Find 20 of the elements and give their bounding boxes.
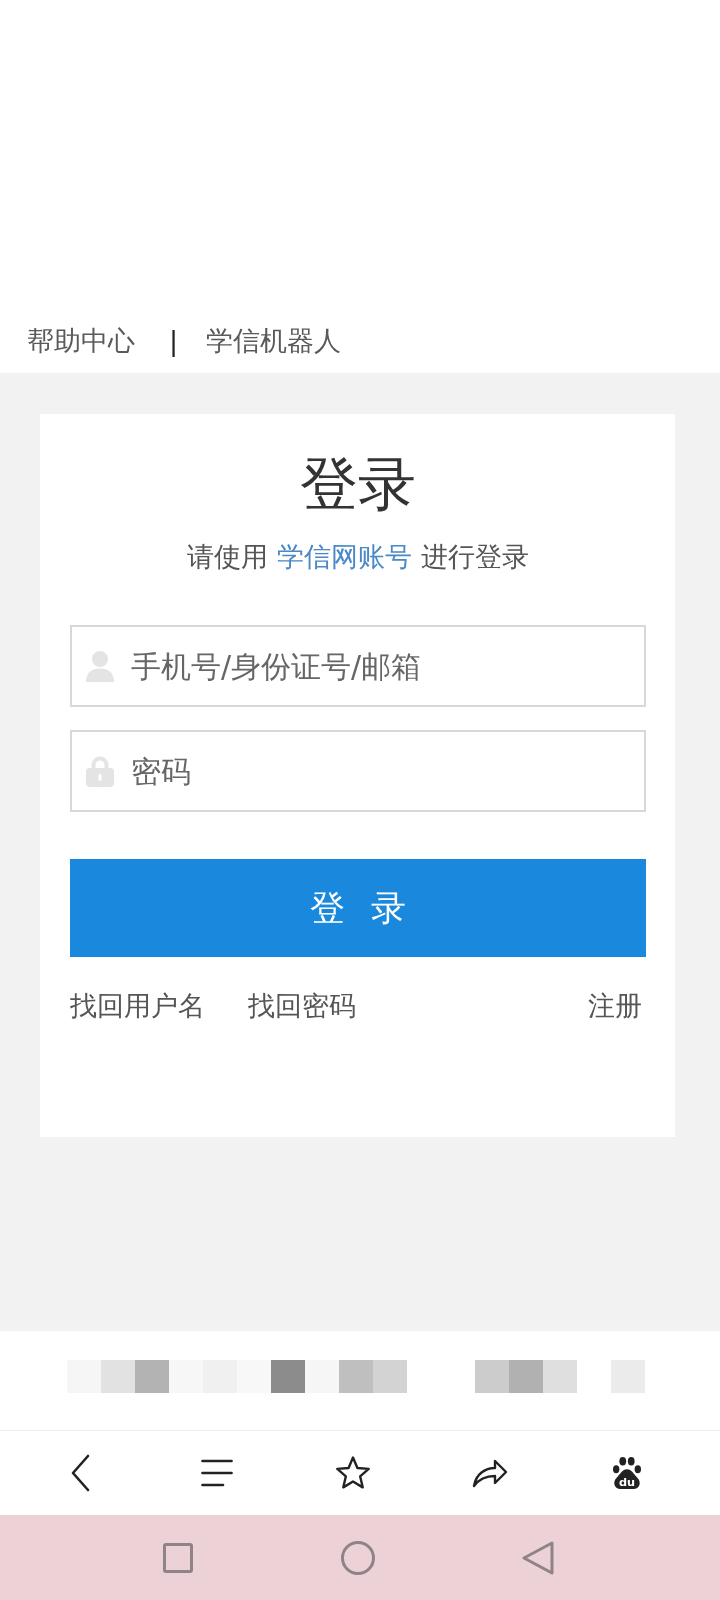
lock-icon [86,755,114,787]
recover-password-link[interactable]: 找回密码 [248,988,356,1024]
robot-link[interactable]: 学信机器人 [206,323,342,359]
back-icon[interactable] [70,1454,91,1492]
square-icon[interactable] [163,1542,193,1573]
account-field[interactable]: 手机号/身份证号/邮箱 [70,625,646,707]
link-separator: | [169,324,179,359]
help-center-link[interactable]: 帮助中心 [27,323,135,359]
recover-username-link[interactable]: 找回用户名 [70,988,205,1024]
login-button[interactable]: 登 录 [70,859,646,957]
account-link[interactable]: 学信网账号 [277,541,412,572]
password-field[interactable]: 密码 [70,730,646,812]
user-icon [86,650,114,682]
circle-icon[interactable] [341,1540,375,1575]
login-hint: 请使用 学信网账号 进行登录 [186,540,530,574]
menu-icon[interactable] [200,1459,233,1487]
login-title: 登录 [299,449,417,519]
register-link[interactable]: 注册 [588,988,642,1024]
share-icon[interactable] [472,1458,509,1488]
star-icon[interactable] [335,1456,372,1490]
